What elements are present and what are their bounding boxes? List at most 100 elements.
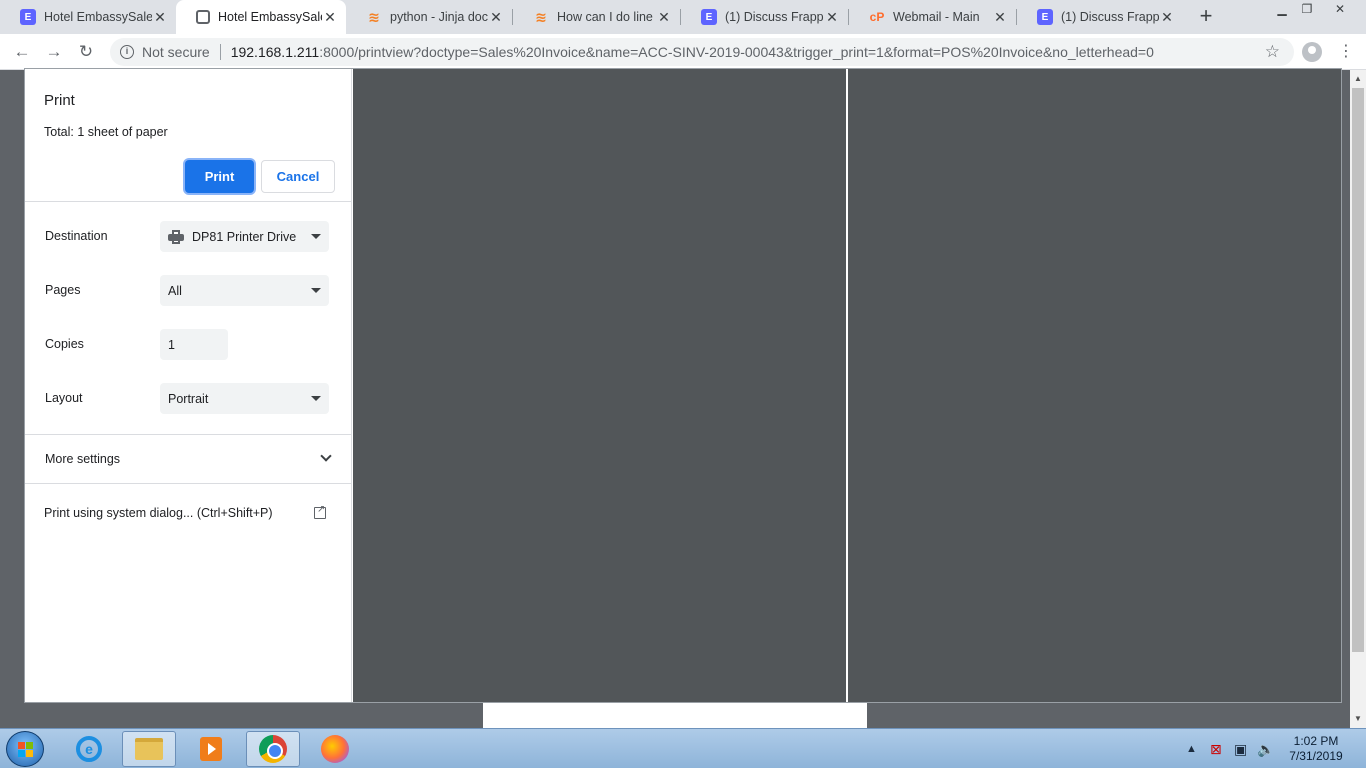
print-preview-area bbox=[353, 69, 1341, 702]
media-player-icon bbox=[200, 737, 222, 761]
destination-label: Destination bbox=[45, 229, 108, 243]
print-settings-sidebar: Print Total: 1 sheet of paper Print Canc… bbox=[25, 69, 352, 702]
destination-select[interactable]: DP81 Printer Drive bbox=[160, 221, 329, 252]
close-icon[interactable]: ✕ bbox=[1159, 9, 1175, 26]
tab-discuss-frappe-2[interactable]: E (1) Discuss Frappe/E ✕ bbox=[1017, 0, 1183, 34]
reload-icon[interactable]: ↻ bbox=[74, 40, 98, 64]
windows-taskbar: e ▲ ⊠ ▣ 🔈 1:02 PM 7/31/2019 bbox=[0, 728, 1366, 768]
restore-icon[interactable]: ❐ bbox=[1297, 0, 1317, 18]
stackoverflow-icon: ≋ bbox=[368, 8, 380, 25]
document-page-edge bbox=[483, 702, 867, 728]
profile-avatar-icon[interactable] bbox=[1302, 42, 1322, 62]
system-dialog-link[interactable]: Print using system dialog... (Ctrl+Shift… bbox=[44, 506, 273, 520]
cpanel-icon: cP bbox=[869, 10, 885, 24]
dropdown-caret-icon bbox=[311, 396, 321, 401]
dropdown-caret-icon bbox=[311, 288, 321, 293]
layout-label: Layout bbox=[45, 391, 83, 405]
url-host: 192.168.1.211 bbox=[230, 44, 320, 60]
layout-select[interactable]: Portrait bbox=[160, 383, 329, 414]
close-icon[interactable]: ✕ bbox=[488, 9, 504, 26]
erpnext-icon: E bbox=[1037, 9, 1053, 25]
tab-strip: E Hotel EmbassySales ✕ Hotel EmbassySale… bbox=[0, 0, 1366, 34]
tab-hotel-embassysales-1[interactable]: E Hotel EmbassySales ✕ bbox=[0, 0, 176, 34]
network-error-icon[interactable]: ⊠ bbox=[1210, 729, 1222, 768]
taskbar-media-player[interactable] bbox=[184, 731, 238, 767]
firefox-icon bbox=[321, 735, 349, 763]
tab-webmail-main[interactable]: cP Webmail - Main ✕ bbox=[849, 0, 1016, 34]
tab-title: python - Jinja docx bbox=[390, 10, 488, 24]
copies-input[interactable]: 1 bbox=[160, 329, 228, 360]
print-dialog: Print Total: 1 sheet of paper Print Canc… bbox=[24, 68, 1342, 703]
taskbar-file-explorer[interactable] bbox=[122, 731, 176, 767]
pages-value: All bbox=[168, 283, 182, 298]
scrollbar-thumb[interactable] bbox=[1352, 88, 1364, 652]
volume-icon[interactable]: 🔈 bbox=[1257, 729, 1274, 768]
address-bar[interactable]: i Not secure 192.168.1.211:8000/printvie… bbox=[110, 38, 1294, 66]
print-dialog-title: Print bbox=[44, 92, 75, 109]
total-label: Total: bbox=[44, 125, 74, 139]
tab-title: (1) Discuss Frappe/E bbox=[725, 10, 824, 24]
browser-toolbar: ← → ↻ i Not secure 192.168.1.211:8000/pr… bbox=[0, 34, 1366, 70]
sheet-total: Total: 1 sheet of paper bbox=[44, 125, 168, 139]
total-value: 1 sheet of paper bbox=[77, 125, 168, 139]
close-icon[interactable]: ✕ bbox=[152, 9, 168, 26]
cancel-button[interactable]: Cancel bbox=[261, 160, 335, 193]
erpnext-icon: E bbox=[20, 9, 36, 25]
url-text: 192.168.1.211:8000/printview?doctype=Sal… bbox=[231, 44, 1154, 60]
page-scrollbar[interactable]: ▲ ▼ bbox=[1350, 70, 1366, 728]
scroll-down-arrow-icon[interactable]: ▼ bbox=[1350, 714, 1366, 723]
print-button[interactable]: Print bbox=[185, 160, 254, 193]
windows-flag-icon bbox=[18, 742, 34, 758]
url-path: :8000/printview?doctype=Sales%20Invoice&… bbox=[319, 44, 1154, 60]
divider bbox=[25, 201, 352, 202]
tab-title: Hotel EmbassySales bbox=[218, 10, 322, 24]
new-tab-button[interactable]: + bbox=[1194, 5, 1218, 29]
internet-explorer-icon: e bbox=[76, 736, 102, 762]
close-icon[interactable]: ✕ bbox=[824, 9, 840, 26]
tab-hotel-embassysales-2[interactable]: Hotel EmbassySales ✕ bbox=[176, 0, 346, 34]
omnibox-separator bbox=[219, 44, 221, 60]
info-icon[interactable]: i bbox=[120, 45, 134, 59]
tab-title: (1) Discuss Frappe/E bbox=[1061, 10, 1159, 24]
tray-expand-icon[interactable]: ▲ bbox=[1186, 729, 1197, 768]
action-center-icon[interactable]: ▣ bbox=[1234, 729, 1247, 768]
pages-select[interactable]: All bbox=[160, 275, 329, 306]
tab-title: Hotel EmbassySales bbox=[44, 10, 152, 24]
taskbar-internet-explorer[interactable]: e bbox=[62, 731, 116, 767]
layout-value: Portrait bbox=[168, 391, 209, 406]
back-arrow-icon[interactable]: ← bbox=[10, 40, 34, 64]
tab-title: How can I do line b bbox=[557, 10, 656, 24]
bookmark-star-icon[interactable]: ☆ bbox=[1265, 42, 1280, 62]
kebab-menu-icon[interactable]: ⋮ bbox=[1336, 42, 1356, 62]
tab-python-jinja[interactable]: ≋ python - Jinja docx ✕ bbox=[346, 0, 512, 34]
close-icon[interactable]: ✕ bbox=[656, 9, 672, 26]
close-icon[interactable]: ✕ bbox=[322, 9, 338, 26]
divider bbox=[25, 483, 352, 484]
start-button[interactable] bbox=[6, 731, 44, 767]
scroll-up-arrow-icon[interactable]: ▲ bbox=[1350, 74, 1366, 83]
copies-label: Copies bbox=[45, 337, 84, 351]
system-clock[interactable]: 1:02 PM 7/31/2019 bbox=[1284, 734, 1348, 764]
taskbar-chrome[interactable] bbox=[246, 731, 300, 767]
destination-value: DP81 Printer Drive bbox=[192, 229, 297, 244]
clock-date: 7/31/2019 bbox=[1289, 749, 1343, 763]
taskbar-firefox[interactable] bbox=[308, 731, 362, 767]
clock-time: 1:02 PM bbox=[1293, 734, 1339, 748]
tab-how-can-i-do-line[interactable]: ≋ How can I do line b ✕ bbox=[513, 0, 680, 34]
erpnext-icon: E bbox=[701, 9, 717, 25]
tab-title: Webmail - Main bbox=[893, 10, 980, 24]
window-close-icon[interactable]: ✕ bbox=[1330, 0, 1350, 18]
divider bbox=[25, 434, 352, 435]
more-settings-toggle[interactable]: More settings bbox=[45, 452, 331, 466]
stackoverflow-icon: ≋ bbox=[535, 8, 547, 25]
more-settings-label: More settings bbox=[45, 452, 121, 466]
forward-arrow-icon[interactable]: → bbox=[42, 40, 66, 64]
close-icon[interactable]: ✕ bbox=[992, 9, 1008, 26]
security-label: Not secure bbox=[142, 44, 210, 60]
tab-discuss-frappe-1[interactable]: E (1) Discuss Frappe/E ✕ bbox=[681, 0, 848, 34]
chevron-down-icon bbox=[321, 452, 331, 462]
open-external-icon[interactable] bbox=[314, 504, 326, 519]
folder-icon bbox=[135, 738, 163, 760]
chrome-icon bbox=[259, 735, 287, 763]
minimize-icon[interactable]: ▁ bbox=[1272, 0, 1292, 18]
